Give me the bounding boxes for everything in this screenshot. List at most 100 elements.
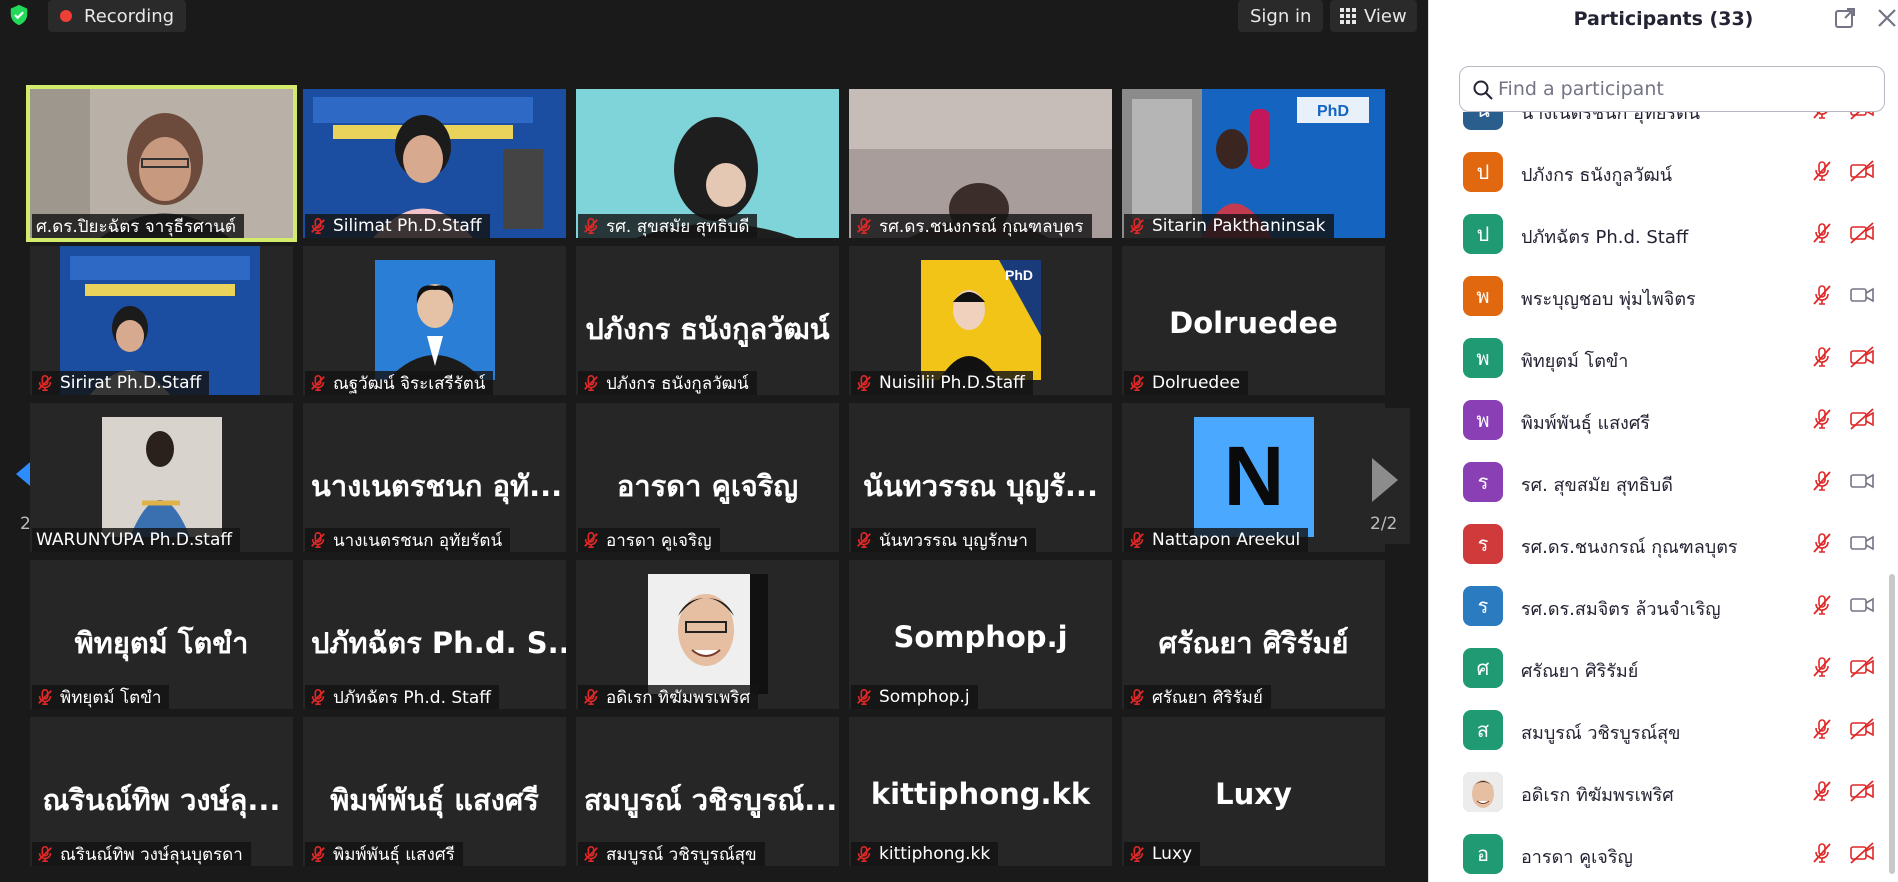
participant-video-tile[interactable]: ปภังกร ธนังกูลวัฒน์ ปภังกร ธนังกูลวัฒน์ — [576, 246, 839, 395]
camera-on-icon[interactable] — [1849, 284, 1875, 306]
participant-video-tile[interactable]: นางเนตรชนก อุทั... นางเนตรชนก อุทัยรัตน์ — [303, 403, 566, 552]
camera-off-icon[interactable] — [1849, 112, 1875, 120]
participant-name: พิมพ์พันธุ์ แสงศรี — [1521, 413, 1650, 434]
camera-off-icon[interactable] — [1849, 408, 1875, 430]
participant-list-item[interactable]: ป ปภัทฉัตร Ph.d. Staff — [1429, 202, 1889, 264]
participant-list-scrollbar[interactable] — [1889, 574, 1895, 874]
participant-avatar: ร — [1463, 462, 1503, 502]
camera-off-icon[interactable] — [1849, 656, 1875, 678]
participant-video-tile[interactable]: พิทยุตม์ โตขำ พิทยุตม์ โตขำ — [30, 560, 293, 709]
participant-list-item[interactable]: พ พิทยุตม์ โตขำ — [1429, 326, 1889, 388]
muted-mic-icon — [857, 217, 871, 235]
participant-name-text: รศ.ดร.ชนงกรณ์ กุณฑลบุตร — [879, 216, 1084, 237]
participant-name-text: อดิเรก ทิฆัมพรเพริศ — [606, 687, 751, 708]
participant-video-tile[interactable]: PhD Nuisilii Ph.D.Staff — [849, 246, 1112, 395]
participant-name-text: Sirirat Ph.D.Staff — [60, 373, 202, 393]
recording-label: Recording — [84, 5, 175, 27]
video-grid: ศ.ดร.ปิยะฉัตร จารุธีรศานต์ Silimat Ph.D.S… — [26, 85, 1388, 867]
participant-list-item[interactable]: ร รศ.ดร.สมจิตร ล้วนจำเริญ — [1429, 574, 1889, 636]
muted-mic-icon[interactable] — [1811, 470, 1833, 492]
participant-list-item[interactable]: ป ปภังกร ธนังกูลวัฒน์ — [1429, 140, 1889, 202]
participant-name-text: ณฐวัฒน์ จิระเสรีรัตน์ — [333, 373, 486, 394]
participant-list-item[interactable]: อดิเรก ทิฆัมพรเพริศ — [1429, 760, 1889, 822]
muted-mic-icon[interactable] — [1811, 594, 1833, 616]
next-page-arrow-icon — [1372, 458, 1398, 502]
muted-mic-icon[interactable] — [1811, 112, 1833, 120]
muted-mic-icon[interactable] — [1811, 346, 1833, 368]
participant-video-tile[interactable]: ศรัณยา ศิริรัมย์ ศรัณยา ศิริรัมย์ — [1122, 560, 1385, 709]
participant-avatar: ร — [1463, 524, 1503, 564]
participant-video-tile[interactable]: ปภัทฉัตร Ph.d. S... ปภัทฉัตร Ph.d. Staff — [303, 560, 566, 709]
participant-video-tile[interactable]: อารดา คูเจริญ อารดา คูเจริญ — [576, 403, 839, 552]
muted-mic-icon[interactable] — [1811, 532, 1833, 554]
participant-list-item[interactable]: พ พิมพ์พันธุ์ แสงศรี — [1429, 388, 1889, 450]
camera-off-icon[interactable] — [1849, 222, 1875, 244]
participant-name-label: รศ. สุขสมัย สุทธิบดี — [578, 214, 758, 238]
muted-mic-icon[interactable] — [1811, 408, 1833, 430]
pop-out-icon[interactable] — [1833, 6, 1857, 30]
participant-video-tile[interactable]: Luxy Luxy — [1122, 717, 1385, 866]
participant-video-tile[interactable]: Dolruedee Dolruedee — [1122, 246, 1385, 395]
participant-video-tile[interactable]: ศ.ดร.ปิยะฉัตร จารุธีรศานต์ — [26, 85, 297, 242]
participant-video-tile[interactable]: kittiphong.kk kittiphong.kk — [849, 717, 1112, 866]
participant-video-tile[interactable]: WARUNYUPA Ph.D.staff — [30, 403, 293, 552]
muted-mic-icon[interactable] — [1811, 842, 1833, 864]
participant-name-text: Nuisilii Ph.D.Staff — [879, 373, 1025, 393]
muted-mic-icon[interactable] — [1811, 780, 1833, 802]
participant-name: พิทยุตม์ โตขำ — [1521, 351, 1629, 372]
participant-name-label: Luxy — [1124, 842, 1201, 866]
participant-list-item[interactable]: ร รศ. สุขสมัย สุทธิบดี — [1429, 450, 1889, 512]
security-shield-icon[interactable] — [8, 4, 30, 26]
muted-mic-icon[interactable] — [1811, 718, 1833, 740]
participant-video-tile[interactable]: พิมพ์พันธุ์ แสงศรี พิมพ์พันธุ์ แสงศรี — [303, 717, 566, 866]
camera-on-icon[interactable] — [1849, 532, 1875, 554]
muted-mic-icon — [1130, 531, 1144, 549]
camera-off-icon[interactable] — [1849, 718, 1875, 740]
participant-search-input[interactable] — [1498, 76, 1868, 102]
participant-video-tile[interactable]: นันทวรรณ บุญรั... นันทวรรณ บุญรักษา — [849, 403, 1112, 552]
participant-list-item[interactable]: น นางเนตรชนก อุทัยรัตน์ — [1429, 112, 1889, 140]
close-panel-icon[interactable] — [1875, 6, 1898, 30]
participant-name: รศ.ดร.ชนงกรณ์ กุณฑลบุตร — [1521, 537, 1738, 558]
participant-avatar: ส — [1463, 710, 1503, 750]
recording-indicator[interactable]: Recording — [48, 0, 187, 32]
camera-off-icon[interactable] — [1849, 160, 1875, 182]
participant-search-box[interactable] — [1459, 66, 1885, 112]
sign-in-button[interactable]: Sign in — [1238, 0, 1324, 32]
svg-text:PhD: PhD — [1317, 103, 1349, 120]
camera-on-icon[interactable] — [1849, 470, 1875, 492]
camera-off-icon[interactable] — [1849, 346, 1875, 368]
participant-video-tile[interactable]: Silimat Ph.D.Staff — [303, 89, 566, 238]
participant-list-item[interactable]: พ พระบุญชอบ พุ่มไพจิตร — [1429, 264, 1889, 326]
participant-name-label: ปภังกร ธนังกูลวัฒน์ — [578, 371, 757, 395]
next-page-button[interactable]: 2/2 — [1338, 408, 1410, 544]
participant-video-tile[interactable]: รศ.ดร.ชนงกรณ์ กุณฑลบุตร — [849, 89, 1112, 238]
participant-video-tile[interactable]: PhD Sitarin Pakthaninsak — [1122, 89, 1385, 238]
participant-video-tile[interactable]: Sirirat Ph.D.Staff — [30, 246, 293, 395]
participant-video-tile[interactable]: ณรินณ์ทิพ วงษ์ลุ... ณรินณ์ทิพ วงษ์ลุนบุตร… — [30, 717, 293, 866]
muted-mic-icon[interactable] — [1811, 284, 1833, 306]
participant-list-item[interactable]: ส สมบูรณ์ วชิรบูรณ์สุข — [1429, 698, 1889, 760]
participant-list-item[interactable]: อ อารดา คูเจริญ — [1429, 822, 1889, 882]
camera-on-icon[interactable] — [1849, 594, 1875, 616]
participant-video-tile[interactable]: Somphop.j Somphop.j — [849, 560, 1112, 709]
camera-off-icon[interactable] — [1849, 842, 1875, 864]
view-button[interactable]: View — [1330, 0, 1417, 32]
participant-video-tile[interactable]: รศ. สุขสมัย สุทธิบดี — [576, 89, 839, 238]
muted-mic-icon[interactable] — [1811, 656, 1833, 678]
video-gallery-area: Recording Sign in View 2/2 — [0, 0, 1428, 882]
participant-video-tile[interactable]: ณฐวัฒน์ จิระเสรีรัตน์ — [303, 246, 566, 395]
avatar-initial: ศ — [1476, 656, 1490, 680]
participant-name: รศ.ดร.สมจิตร ล้วนจำเริญ — [1521, 599, 1721, 620]
camera-off-icon[interactable] — [1849, 780, 1875, 802]
muted-mic-icon[interactable] — [1811, 160, 1833, 182]
participant-list-item[interactable]: ศ ศรัณยา ศิริรัมย์ — [1429, 636, 1889, 698]
muted-mic-icon[interactable] — [1811, 222, 1833, 244]
participant-video-tile[interactable]: สมบูรณ์ วชิรบูรณ์... สมบูรณ์ วชิรบูรณ์สุข — [576, 717, 839, 866]
participant-name-label: Nuisilii Ph.D.Staff — [851, 371, 1033, 395]
participant-name-text: นางเนตรชนก อุทัยรัตน์ — [333, 530, 503, 551]
participant-video-tile[interactable]: อดิเรก ทิฆัมพรเพริศ — [576, 560, 839, 709]
avatar-initial: ร — [1477, 594, 1489, 618]
avatar-initial: พ — [1476, 284, 1490, 308]
participant-list-item[interactable]: ร รศ.ดร.ชนงกรณ์ กุณฑลบุตร — [1429, 512, 1889, 574]
